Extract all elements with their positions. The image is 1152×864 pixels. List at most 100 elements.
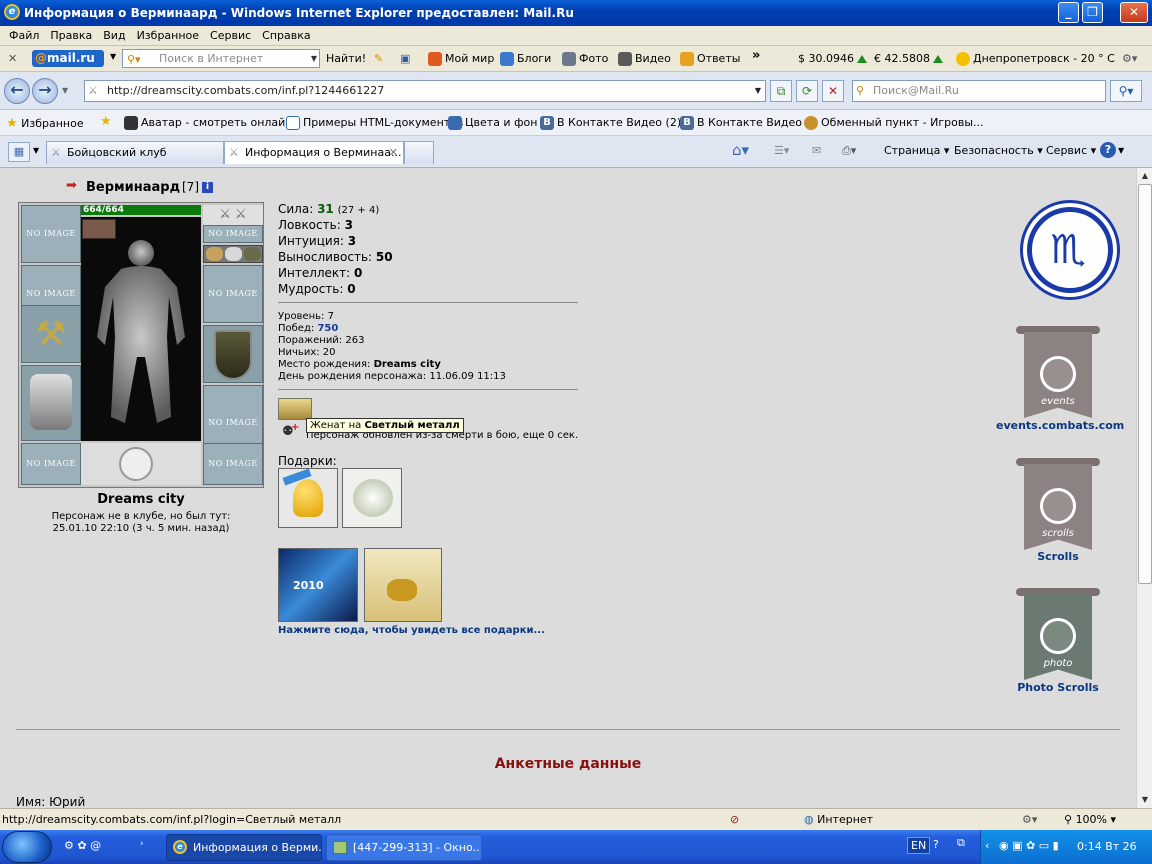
character-avatar[interactable]	[81, 217, 201, 441]
zoom-control[interactable]: ⚲ 100% ▾	[1064, 813, 1116, 826]
new-tab-button[interactable]	[404, 141, 434, 164]
start-button[interactable]	[2, 831, 52, 863]
fav-link-avatar[interactable]: Аватар - смотреть онлайн	[124, 116, 293, 130]
menu-file[interactable]: Файл	[9, 29, 39, 42]
crossed-swords-icon[interactable]: ⚔ ⚔	[203, 205, 263, 225]
menu-view[interactable]: Вид	[103, 29, 125, 42]
language-indicator[interactable]: EN	[907, 837, 931, 854]
fav-link-colors[interactable]: Цвета и фон	[448, 116, 537, 130]
tray-icons[interactable]: ◉ ▣ ✿ ▭ ▮	[999, 839, 1059, 852]
fav-link-vk-video-2[interactable]: BВ Контакте Видео (2)	[540, 116, 681, 130]
menu-edit[interactable]: Правка	[50, 29, 92, 42]
slot-rings[interactable]	[203, 245, 263, 263]
photo-link[interactable]: Фото	[562, 52, 608, 66]
gift-gold-rings[interactable]	[364, 548, 442, 622]
menu-tools[interactable]: Сервис	[210, 29, 251, 42]
fav-link-html[interactable]: Примеры HTML-документов	[286, 116, 463, 130]
close-tab-icon[interactable]: ✕	[389, 142, 398, 163]
menu-favorites[interactable]: Избранное	[137, 29, 199, 42]
help-dropdown-icon[interactable]: ▼	[1118, 146, 1124, 155]
taskbar-ie-button[interactable]: e Информация о Верми...	[166, 834, 322, 861]
history-dropdown-icon[interactable]: ▼	[62, 86, 68, 95]
maximize-button[interactable]: ❐	[1082, 2, 1103, 23]
forward-button[interactable]: →	[32, 78, 58, 104]
private-message-arrow-icon[interactable]: ➡	[66, 178, 77, 193]
help-icon[interactable]: ?	[1100, 142, 1116, 158]
menu-help[interactable]: Справка	[262, 29, 310, 42]
photo-scrolls-banner[interactable]: photo	[1016, 588, 1100, 680]
slot-belt[interactable]: NO IMAGE	[21, 443, 81, 485]
help-tray-icon[interactable]: ?	[933, 838, 939, 851]
mail-icon[interactable]: ✉	[812, 144, 821, 157]
url-dropdown-icon[interactable]: ▼	[755, 81, 761, 101]
slot-boots[interactable]: NO IMAGE	[203, 443, 263, 485]
video-link[interactable]: Видео	[618, 52, 671, 66]
more-chevron-icon[interactable]: »	[752, 48, 760, 63]
close-toolbar-icon[interactable]: ✕	[8, 52, 17, 65]
tab-list-dropdown-icon[interactable]: ▼	[33, 146, 39, 155]
mailru-logo[interactable]: @mail.ru	[32, 50, 104, 67]
tab-fight-club[interactable]: ⚔ Бойцовский клуб	[46, 141, 224, 164]
slot-shield[interactable]	[203, 325, 263, 383]
print-icon[interactable]: ⎙▾	[842, 144, 856, 158]
fav-link-exchange[interactable]: Обменный пункт - Игровы...	[804, 116, 984, 130]
url-input[interactable]: ⚔ http://dreamscity.combats.com/inf.pl?1…	[84, 80, 766, 102]
slot-armor[interactable]	[21, 365, 81, 441]
close-button[interactable]: ✕	[1120, 2, 1148, 23]
mailru-search-field[interactable]: ⚲ Поиск@Mail.Ru	[852, 80, 1106, 102]
popup-blocked-icon[interactable]: ⊘	[730, 813, 739, 826]
find-button[interactable]: Найти!	[326, 52, 366, 65]
info-icon[interactable]: i	[202, 182, 213, 193]
taskbar-chat-button[interactable]: [447-299-313] - Окно...	[326, 834, 482, 861]
tab-verminaard-info[interactable]: ⚔ Информация о Верминаа... ✕	[224, 141, 404, 164]
clock[interactable]: 0:14 Вт 26	[1077, 840, 1137, 853]
tools-menu[interactable]: Сервис ▾	[1046, 144, 1096, 157]
events-banner[interactable]: events	[1016, 326, 1100, 418]
gift-flowers[interactable]	[342, 468, 402, 528]
scroll-thumb[interactable]	[1138, 184, 1152, 584]
my-world-link[interactable]: Мой мир	[428, 52, 494, 66]
home-icon[interactable]: ⌂▾	[732, 141, 749, 159]
slot-helmet[interactable]: NO IMAGE	[21, 205, 81, 263]
protected-mode-icon[interactable]: ⚙▾	[1022, 813, 1037, 826]
feeds-icon[interactable]: ☰▾	[774, 144, 789, 157]
all-gifts-link[interactable]: Нажмите сюда, чтобы увидеть все подарки.…	[278, 625, 545, 636]
answers-link[interactable]: Ответы	[680, 52, 740, 66]
title-bar[interactable]: e Информация о Верминаард - Windows Inte…	[0, 0, 1152, 26]
search-go-icon[interactable]: ⚲▾	[1110, 80, 1142, 102]
mailru-dropdown-icon[interactable]: ▼	[110, 52, 116, 61]
photo-scrolls-link[interactable]: Photo Scrolls	[996, 681, 1120, 694]
scrolls-link[interactable]: Scrolls	[996, 550, 1120, 563]
page-menu[interactable]: Страница ▾	[884, 144, 949, 157]
slot-weapon[interactable]: ⚒	[21, 305, 81, 363]
fav-link-vk-video[interactable]: BВ Контакте Видео	[680, 116, 802, 130]
scorpion-logo[interactable]: ♏	[1020, 200, 1120, 300]
quick-tabs-icon[interactable]: ▦	[8, 142, 30, 162]
gift-2010-card[interactable]: 2010	[278, 548, 358, 622]
add-favorite-icon[interactable]: ★	[100, 114, 112, 129]
search-dropdown-icon[interactable]: ▼	[311, 50, 317, 67]
mailru-search-input[interactable]: ⚲▾ Поиск в Интернет ▼	[122, 49, 320, 68]
toolbar-options-icon[interactable]: ⚙▾	[1122, 52, 1137, 65]
quicklaunch-icons[interactable]: ⚙ ✿ @	[64, 839, 101, 852]
scroll-up-icon[interactable]: ▲	[1137, 168, 1152, 184]
weather-widget[interactable]: Днепропетровск - 20 ° C	[956, 52, 1115, 66]
back-button[interactable]: ←	[4, 78, 30, 104]
safety-menu[interactable]: Безопасность ▾	[954, 144, 1043, 157]
stop-icon[interactable]: ✕	[822, 80, 844, 102]
slot-earrings[interactable]: NO IMAGE	[203, 225, 263, 243]
scroll-down-icon[interactable]: ▼	[1137, 792, 1152, 808]
events-link[interactable]: events.combats.com	[996, 419, 1124, 432]
display-tray-icon[interactable]: ⧉	[957, 836, 965, 850]
scrolls-banner[interactable]: scrolls	[1016, 458, 1100, 550]
vertical-scrollbar[interactable]: ▲ ▼	[1136, 168, 1152, 808]
refresh-icon[interactable]: ⟳	[796, 80, 818, 102]
blogs-link[interactable]: Блоги	[500, 52, 551, 66]
minimize-button[interactable]: _	[1058, 2, 1079, 23]
pencil-icon[interactable]: ✎	[374, 52, 383, 65]
favorites-button[interactable]: ★ Избранное	[6, 116, 84, 131]
tray-expand-icon[interactable]: ‹	[985, 839, 989, 852]
compat-view-icon[interactable]: ⧉	[770, 80, 792, 102]
wedding-rings-icon[interactable]	[278, 398, 312, 420]
slot-gloves[interactable]: NO IMAGE	[203, 265, 263, 323]
